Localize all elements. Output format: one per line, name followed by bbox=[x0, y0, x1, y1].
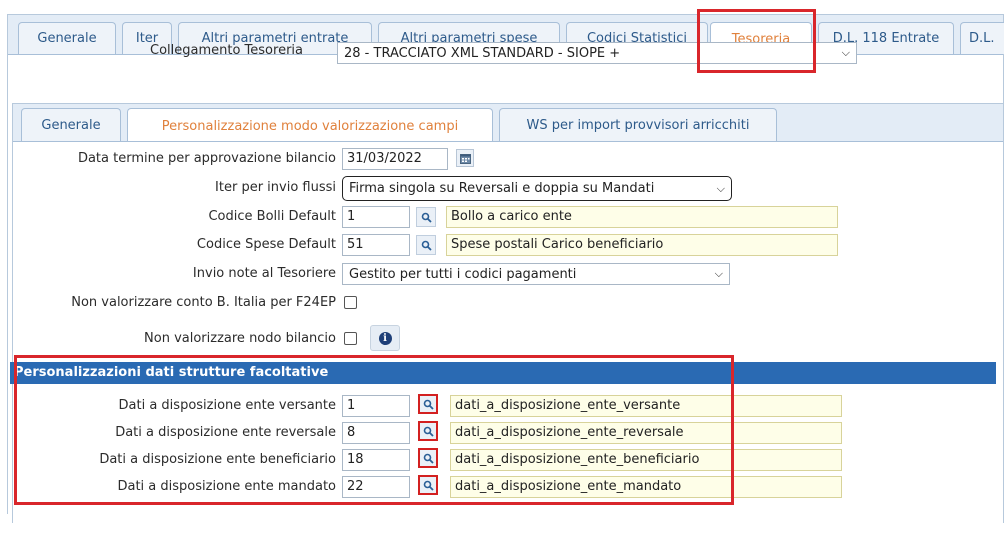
note-label: Invio note al Tesoriere bbox=[192, 266, 336, 281]
iter-select[interactable]: Firma singola su Reversali e doppia su M… bbox=[342, 176, 732, 201]
row-mandato-value: dati_a_disposizione_ente_mandato bbox=[450, 476, 842, 498]
search-icon bbox=[423, 453, 434, 464]
subtab-generale[interactable]: Generale bbox=[21, 108, 121, 141]
bolli-description: Bollo a carico ente bbox=[446, 206, 838, 228]
collegamento-label: Collegamento Tesoreria bbox=[150, 43, 303, 58]
info-icon: i bbox=[378, 331, 392, 345]
row-beneficiario-code[interactable]: 18 bbox=[342, 449, 410, 471]
section-header: Personalizzazioni dati strutture facolta… bbox=[10, 362, 996, 384]
row-reversale-search-button[interactable] bbox=[418, 421, 438, 441]
calendar-icon[interactable] bbox=[456, 149, 474, 167]
row-versante-label: Dati a disposizione ente versante bbox=[118, 398, 336, 413]
spese-description: Spese postali Carico beneficiario bbox=[446, 234, 838, 256]
row-beneficiario-value: dati_a_disposizione_ente_beneficiario bbox=[450, 449, 842, 471]
bolli-label: Codice Bolli Default bbox=[208, 209, 336, 224]
tab-generale[interactable]: Generale bbox=[18, 22, 116, 54]
spese-code-input[interactable]: 51 bbox=[342, 234, 410, 256]
search-icon bbox=[423, 399, 434, 410]
chevron-down-icon: ⌵ bbox=[714, 267, 723, 280]
search-icon bbox=[421, 212, 432, 223]
row-versante-value: dati_a_disposizione_ente_versante bbox=[450, 395, 842, 417]
collegamento-value: 28 - TRACCIATO XML STANDARD - SIOPE + bbox=[344, 45, 621, 61]
chevron-down-icon: ⌵ bbox=[841, 46, 850, 59]
row-mandato-code[interactable]: 22 bbox=[342, 476, 410, 498]
collegamento-select[interactable]: 28 - TRACCIATO XML STANDARD - SIOPE + ⌵ bbox=[337, 42, 857, 64]
spese-label: Codice Spese Default bbox=[196, 237, 336, 252]
nodo-checkbox[interactable] bbox=[344, 332, 357, 345]
search-icon bbox=[423, 480, 434, 491]
search-icon bbox=[423, 426, 434, 437]
note-select[interactable]: Gestito per tutti i codici pagamenti ⌵ bbox=[342, 263, 730, 285]
subtab-personalizzazione[interactable]: Personalizzazione modo valorizzazione ca… bbox=[127, 108, 493, 143]
row-versante-code[interactable]: 1 bbox=[342, 395, 410, 417]
iter-label: Iter per invio flussi bbox=[215, 180, 336, 195]
iter-value: Firma singola su Reversali e doppia su M… bbox=[349, 181, 655, 196]
search-icon bbox=[421, 240, 432, 251]
row-beneficiario-label: Dati a disposizione ente beneficiario bbox=[99, 452, 336, 467]
row-reversale-label: Dati a disposizione ente reversale bbox=[115, 425, 336, 440]
conto-checkbox[interactable] bbox=[344, 296, 357, 309]
bolli-code-input[interactable]: 1 bbox=[342, 206, 410, 228]
note-value: Gestito per tutti i codici pagamenti bbox=[349, 266, 577, 282]
chevron-down-icon: ⌵ bbox=[716, 181, 725, 195]
data-termine-input[interactable]: 31/03/2022 bbox=[342, 148, 448, 170]
row-mandato-label: Dati a disposizione ente mandato bbox=[117, 479, 336, 494]
info-button[interactable]: i bbox=[370, 325, 400, 351]
row-reversale-code[interactable]: 8 bbox=[342, 422, 410, 444]
tab-dl-truncated[interactable]: D.L. bbox=[960, 22, 1004, 54]
bolli-search-button[interactable] bbox=[416, 207, 436, 227]
subtab-ws-import[interactable]: WS per import provvisori arricchiti bbox=[499, 108, 777, 141]
row-versante-search-button[interactable] bbox=[418, 394, 438, 414]
spese-search-button[interactable] bbox=[416, 235, 436, 255]
row-reversale-value: dati_a_disposizione_ente_reversale bbox=[450, 422, 842, 444]
row-mandato-search-button[interactable] bbox=[418, 475, 438, 495]
row-beneficiario-search-button[interactable] bbox=[418, 448, 438, 468]
conto-label: Non valorizzare conto B. Italia per F24E… bbox=[71, 295, 336, 310]
data-termine-label: Data termine per approvazione bilancio bbox=[77, 151, 336, 166]
nodo-label: Non valorizzare nodo bilancio bbox=[144, 331, 336, 346]
